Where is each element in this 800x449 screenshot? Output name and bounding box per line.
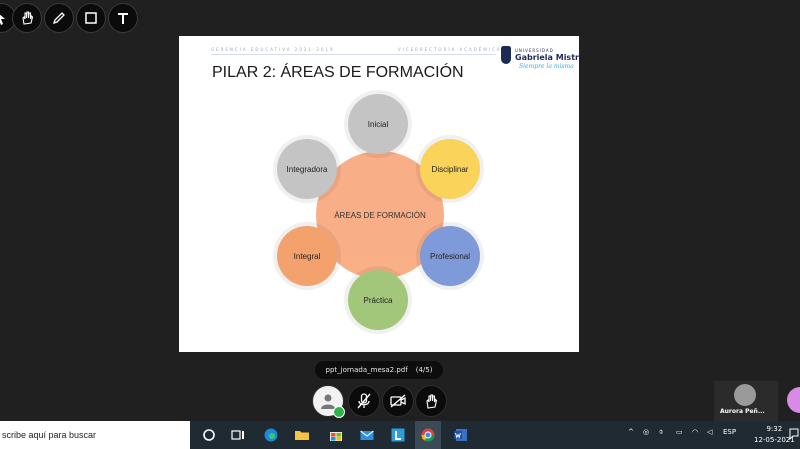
mute-microphone-button[interactable]: [348, 385, 380, 417]
tray-network-icon[interactable]: ◎: [643, 428, 649, 436]
participant-tile[interactable]: Aurora Peñ...: [714, 381, 778, 421]
pen-icon: [52, 12, 65, 25]
raise-hand-button[interactable]: [415, 385, 447, 417]
pen-tool-button[interactable]: [44, 3, 74, 33]
rectangle-icon: [85, 12, 97, 24]
rectangle-tool-button[interactable]: [76, 3, 106, 33]
task-view-button[interactable]: [229, 426, 247, 444]
file-name: ppt_jornada_mesa2.pdf: [325, 366, 408, 374]
edge-button[interactable]: [262, 426, 280, 444]
user-status-button[interactable]: [312, 385, 345, 418]
taskbar-search-input[interactable]: scribe aquí para buscar: [0, 421, 190, 449]
language-indicator[interactable]: ESP: [723, 428, 736, 436]
slide-header-left: GERENCIA EDUCATIVA 2021-2019: [211, 47, 335, 52]
participant-name: Aurora Peñ...: [720, 408, 765, 415]
area-disciplinar: Disciplinar: [420, 139, 480, 199]
area-inicial-label: Inicial: [367, 119, 389, 129]
shared-file-indicator: ppt_jornada_mesa2.pdf (4/5): [315, 361, 443, 379]
task-view-icon: [231, 430, 244, 440]
word-icon: [454, 429, 467, 441]
area-profesional: Profesional: [420, 226, 480, 286]
shared-slide: GERENCIA EDUCATIVA 2021-2019 VICERRECTOR…: [179, 36, 579, 352]
hand-raise-icon: [426, 394, 438, 409]
cortana-circle-icon: [203, 429, 215, 441]
tray-battery-icon[interactable]: ▭: [676, 428, 683, 436]
search-placeholder: scribe aquí para buscar: [2, 430, 97, 440]
chrome-icon: [421, 428, 435, 442]
notification-icon[interactable]: [789, 428, 799, 440]
app-l-button[interactable]: [389, 426, 407, 444]
header-divider: [211, 54, 496, 55]
area-profesional-label: Profesional: [429, 251, 471, 261]
tray-chevron-up-icon[interactable]: ^: [628, 428, 634, 436]
area-inicial: Inicial: [348, 94, 408, 154]
text-icon: [118, 13, 128, 24]
area-integradora-label: Integradora: [286, 164, 328, 174]
area-practica: Práctica: [348, 270, 408, 330]
area-disciplinar-label: Disciplinar: [431, 164, 469, 174]
area-integral: Integral: [277, 226, 337, 286]
store-button[interactable]: [327, 426, 345, 444]
university-logo: UNIVERSIDAD Gabriela Mistral Siempre la …: [501, 44, 579, 74]
area-integral-label: Integral: [293, 251, 321, 261]
chrome-button[interactable]: [415, 421, 441, 449]
hand-tool-button[interactable]: [12, 3, 42, 33]
edge-browser-icon: [264, 428, 278, 442]
center-label: ÁREAS DE FORMACIÓN: [334, 210, 426, 220]
tray-microphone-icon[interactable]: ⌽: [659, 428, 663, 437]
shield-icon: [501, 46, 511, 64]
folder-icon: [295, 431, 309, 440]
windows-taskbar: scribe aquí para buscar ^ ◎ ⌽ ▭ ◠ ◁ ESP …: [0, 421, 800, 449]
text-tool-button[interactable]: [108, 3, 138, 33]
chat-bubble-button[interactable]: [787, 387, 800, 413]
area-integradora: Integradora: [277, 139, 337, 199]
cursor-icon: [0, 14, 5, 25]
participant-avatar: [734, 384, 756, 406]
area-practica-label: Práctica: [363, 295, 393, 305]
tray-wifi-icon[interactable]: ◠: [692, 428, 698, 436]
online-status-badge: [333, 406, 345, 418]
camera-off-icon: [390, 394, 406, 408]
cortana-button[interactable]: [200, 426, 218, 444]
hand-icon: [22, 11, 34, 25]
slide-header-right: VICERRECTORÍA ACADÉMICA: [397, 47, 502, 52]
word-button[interactable]: [452, 426, 470, 444]
logo-name: Gabriela Mistral: [515, 53, 579, 62]
store-bag-icon: [330, 432, 342, 441]
file-explorer-button[interactable]: [293, 426, 311, 444]
microphone-off-icon: [357, 393, 371, 409]
slide-title: PILAR 2: ÁREAS DE FORMACIÓN: [212, 64, 464, 81]
page-indicator: (4/5): [415, 366, 433, 374]
letter-l-app-icon: [391, 428, 405, 442]
tray-volume-icon[interactable]: ◁: [707, 428, 712, 436]
mail-icon: [360, 430, 374, 440]
camera-toggle-button[interactable]: [382, 385, 414, 417]
logo-tagline: Siempre la misma: [519, 63, 574, 70]
mail-button[interactable]: [358, 426, 376, 444]
